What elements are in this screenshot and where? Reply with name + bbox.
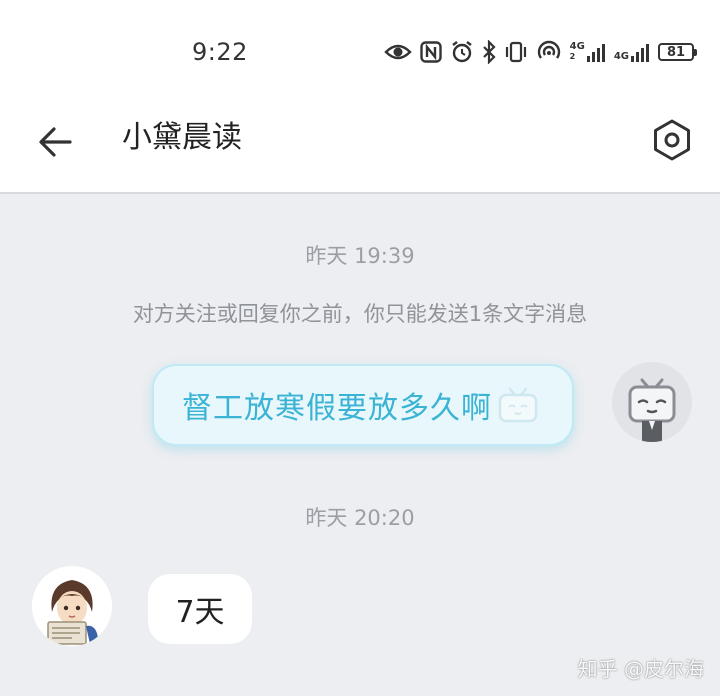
eye-icon xyxy=(383,44,412,60)
settings-hexagon-icon xyxy=(654,119,690,161)
nfc-icon xyxy=(419,41,442,63)
hotspot-icon xyxy=(537,40,560,59)
bilibili-tv-emoji-icon xyxy=(498,387,538,423)
signal-4g-icon: 4G xyxy=(614,42,650,62)
bluetooth-icon xyxy=(482,40,496,64)
chat-header: 小黛晨读 xyxy=(0,100,720,194)
bilibili-tv-avatar-icon xyxy=(628,378,676,442)
message-timestamp: 昨天 20:20 xyxy=(305,506,415,530)
settings-button[interactable] xyxy=(648,116,696,164)
outgoing-message-bubble[interactable]: 督工放寒假要放多久啊 xyxy=(152,364,574,446)
outgoing-message-text: 督工放寒假要放多久啊 xyxy=(182,391,492,426)
back-button[interactable] xyxy=(34,120,78,164)
message-timestamp: 昨天 19:39 xyxy=(305,244,415,268)
status-icons: 4G 2 4G 81 xyxy=(383,38,697,66)
battery-icon: 81 xyxy=(658,43,697,61)
vibrate-icon xyxy=(505,41,526,63)
incoming-message-bubble[interactable]: 7天 xyxy=(148,574,252,644)
watermark: 知乎 @皮尔海 xyxy=(577,657,704,681)
page-title: 小黛晨读 xyxy=(122,120,242,155)
signal-4g-icon: 4G 2 xyxy=(570,42,606,62)
alarm-icon xyxy=(451,41,472,63)
anime-character-avatar-icon xyxy=(32,566,112,646)
arrow-left-icon xyxy=(39,127,72,157)
system-notice: 对方关注或回复你之前，你只能发送1条文字消息 xyxy=(132,302,588,326)
my-avatar[interactable] xyxy=(612,362,692,442)
incoming-message-text: 7天 xyxy=(175,595,225,630)
contact-avatar[interactable] xyxy=(32,566,112,646)
status-bar: 9:22 4G 2 4G 81 xyxy=(0,0,720,100)
battery-level: 81 xyxy=(666,44,686,60)
status-time: 9:22 xyxy=(192,38,248,66)
